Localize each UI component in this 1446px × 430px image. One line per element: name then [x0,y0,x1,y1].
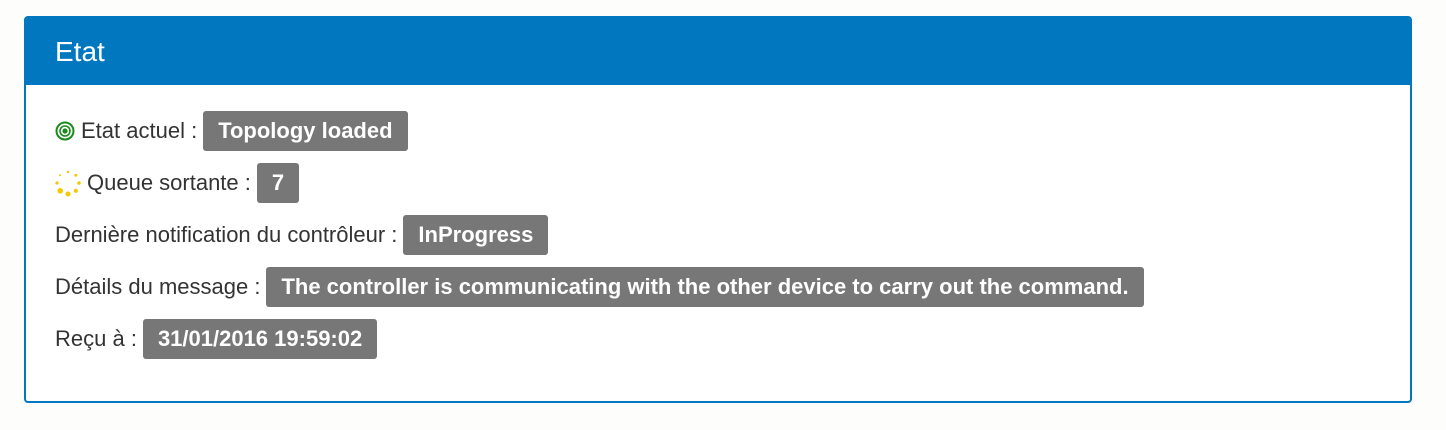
received-at-row: Reçu à : 31/01/2016 19:59:02 [55,319,1410,359]
last-notification-row: Dernière notification du contrôleur : In… [55,215,1410,255]
current-state-row: Etat actuel : Topology loaded [55,111,1410,151]
status-ok-icon [55,121,75,141]
outgoing-queue-label: Queue sortante : [87,170,251,195]
message-details-label: Détails du message : [55,274,261,299]
outgoing-queue-badge: 7 [256,163,300,203]
current-state-label: Etat actuel : [81,118,198,143]
status-panel: Etat Etat actuel : Topology loaded Queue… [24,16,1412,403]
message-details-badge: The controller is communicating with the… [266,267,1144,307]
received-at-label: Reçu à : [55,326,137,351]
last-notification-badge: InProgress [403,215,549,255]
spinner-icon [55,170,81,197]
panel-body: Etat actuel : Topology loaded Queue sort… [26,85,1410,359]
received-at-badge: 31/01/2016 19:59:02 [142,319,378,359]
outgoing-queue-row: Queue sortante : 7 [55,163,1410,203]
panel-title: Etat [26,18,1410,85]
current-state-badge: Topology loaded [203,111,408,151]
message-details-row: Détails du message : The controller is c… [55,267,1410,307]
last-notification-label: Dernière notification du contrôleur : [55,222,398,247]
